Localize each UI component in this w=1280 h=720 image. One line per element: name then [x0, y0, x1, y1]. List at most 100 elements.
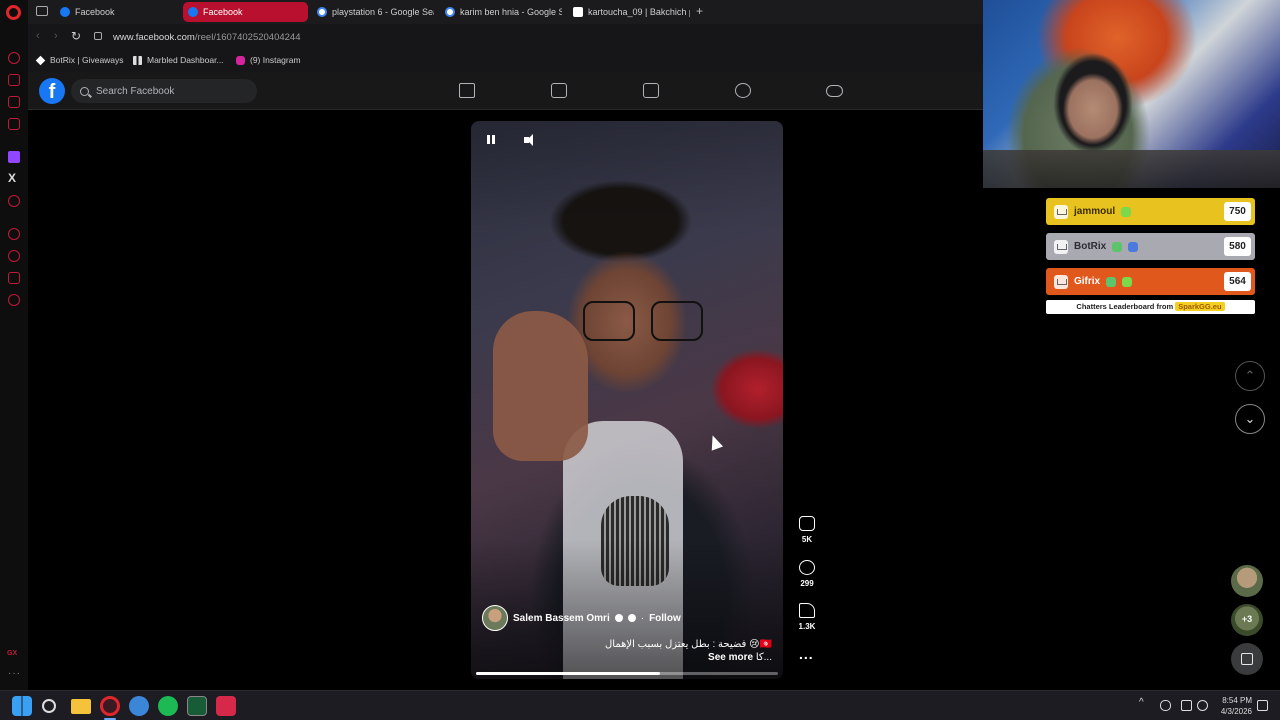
video-icon[interactable]	[551, 83, 567, 98]
clock-time: 8:54 PM	[1222, 696, 1252, 705]
bookmarks-bar: BotRix | Giveaways Marbled Dashboar... (…	[28, 50, 983, 72]
address-bar: ‹ › ↻ www.facebook.com/reel/160740252040…	[28, 24, 983, 50]
bookmark-botrix[interactable]: BotRix | Giveaways	[35, 55, 124, 65]
x-twitter-icon[interactable]: X	[8, 171, 16, 185]
groups-icon[interactable]	[735, 83, 751, 98]
taskbar-clock[interactable]: 8:54 PM 4/3/2026	[1212, 695, 1252, 717]
video-shade	[471, 121, 783, 679]
home-icon[interactable]	[459, 83, 475, 98]
leaderboard-row: BotRix 580	[1046, 233, 1255, 260]
microphone-icon[interactable]	[1160, 700, 1171, 711]
tab-kick[interactable]: kartoucha_09 | Bakchich p	[568, 2, 690, 22]
like-icon	[799, 516, 815, 531]
spotify-icon[interactable]	[158, 696, 178, 716]
leaderboard-score: 564	[1224, 272, 1251, 291]
caption-text: فضيحة : بطل يعتزل بسبب الإهمال 😢🇹🇳	[605, 639, 772, 650]
contact-avatar[interactable]	[1231, 565, 1263, 597]
follow-button[interactable]: Follow	[649, 613, 681, 624]
facebook-icon	[188, 7, 198, 17]
opera-logo-icon[interactable]	[6, 5, 21, 20]
avatar[interactable]	[482, 605, 508, 631]
new-message-icon[interactable]	[1231, 643, 1263, 675]
windows-taskbar: ^ 8:54 PM 4/3/2026	[0, 690, 1280, 720]
tab-facebook-1[interactable]: Facebook	[55, 2, 177, 22]
lock-icon[interactable]	[94, 32, 102, 40]
botrix-icon	[35, 55, 46, 65]
gaming-icon[interactable]	[826, 85, 843, 97]
taskbar-search-icon[interactable]	[42, 699, 56, 713]
facebook-logo[interactable]: f	[39, 78, 65, 104]
bookmark-marbled[interactable]: Marbled Dashboar...	[133, 55, 224, 65]
url-path: /reel/1607402520404244	[194, 32, 301, 43]
chat-badge-icon	[1112, 241, 1123, 252]
leaderboard-footer-text: Chatters Leaderboard from	[1076, 302, 1174, 311]
bookmark-instagram[interactable]: (9) Instagram	[236, 55, 301, 65]
excel-icon[interactable]	[187, 696, 207, 716]
marketplace-icon[interactable]	[643, 83, 659, 98]
tab-google-karim[interactable]: karim ben hnia - Google S	[440, 2, 562, 22]
network-icon[interactable]	[1181, 700, 1192, 711]
grid-icon	[133, 55, 142, 65]
bookmark-label: (9) Instagram	[250, 55, 301, 65]
gx-label: GX	[7, 650, 18, 657]
instagram-icon	[236, 55, 245, 65]
settings-icon[interactable]	[8, 294, 20, 306]
video-progress-bar[interactable]	[476, 672, 778, 675]
notification-icon[interactable]	[1257, 700, 1268, 711]
back-icon[interactable]: ‹	[36, 30, 40, 42]
reel-caption: فضيحة : بطل يعتزل بسبب الإهمال 😢🇹🇳 See m…	[605, 638, 772, 664]
leaderboard-score: 580	[1224, 237, 1251, 256]
leaderboard-row: Gifrix 564	[1046, 268, 1255, 295]
tab-switcher-icon[interactable]	[36, 6, 48, 16]
reel-video[interactable]: Salem Bassem Omri · Follow فضيحة : بطل ي…	[471, 121, 783, 679]
tray-overflow-icon[interactable]: ^	[1139, 697, 1144, 708]
author-name[interactable]: Salem Bassem Omri	[513, 613, 610, 624]
bookmark-label: Marbled Dashboar...	[147, 55, 224, 65]
tab-google-playstation[interactable]: playstation 6 - Google Sea	[312, 2, 434, 22]
next-reel-button[interactable]: ⌄	[1235, 404, 1265, 434]
volume-icon[interactable]	[524, 134, 538, 146]
pause-icon[interactable]	[485, 134, 497, 146]
like-count: 5K	[801, 535, 813, 544]
more-options-icon[interactable]: ...	[799, 646, 814, 662]
windows-start-icon[interactable]	[12, 696, 32, 716]
add-icon[interactable]	[8, 228, 20, 240]
new-tab-button[interactable]: +	[696, 4, 703, 18]
more-icon[interactable]: ···	[8, 668, 21, 679]
url-field[interactable]: www.facebook.com/reel/1607402520404244	[113, 32, 301, 43]
comment-button[interactable]: 299	[793, 560, 821, 588]
file-explorer-icon[interactable]	[71, 699, 91, 714]
forward-icon[interactable]: ›	[54, 30, 58, 42]
previous-reel-button[interactable]: ⌃	[1235, 361, 1265, 391]
crown-icon	[1054, 274, 1068, 289]
send-icon[interactable]	[8, 272, 20, 284]
twitch-icon[interactable]	[8, 151, 20, 163]
leaderboard-name: jammoul	[1074, 206, 1116, 217]
clock-icon[interactable]	[8, 250, 20, 262]
chat-badge-icon	[1106, 276, 1117, 287]
search-input[interactable]: Search Facebook	[71, 79, 257, 103]
reddit-icon[interactable]	[8, 195, 20, 207]
share-icon	[799, 603, 815, 618]
history-icon[interactable]	[8, 52, 20, 64]
tab-bar: Facebook Facebook playstation 6 - Google…	[28, 0, 983, 24]
app-icon[interactable]	[129, 696, 149, 716]
tab-facebook-active[interactable]: Facebook	[183, 2, 308, 22]
tab-label: playstation 6 - Google Sea	[332, 7, 434, 17]
speaker-icon[interactable]	[1197, 700, 1208, 711]
share-button[interactable]: 1.3K	[793, 603, 821, 631]
verified-badge-icon	[614, 614, 623, 622]
search-icon	[80, 86, 89, 96]
comment-count: 299	[800, 579, 814, 588]
messenger-icon[interactable]	[8, 96, 20, 108]
see-more-link[interactable]: See more	[708, 652, 753, 663]
crown-icon	[1054, 204, 1068, 219]
opera-gx-icon[interactable]	[100, 696, 120, 716]
music-icon[interactable]	[8, 118, 20, 130]
webcam-desk	[983, 150, 1280, 188]
app-icon[interactable]	[216, 696, 236, 716]
reload-icon[interactable]: ↻	[71, 29, 81, 43]
like-button[interactable]: 5K	[793, 516, 821, 544]
leaderboard-footer: Chatters Leaderboard from SparkGG.eu	[1046, 300, 1255, 314]
bag-icon[interactable]	[8, 74, 20, 86]
